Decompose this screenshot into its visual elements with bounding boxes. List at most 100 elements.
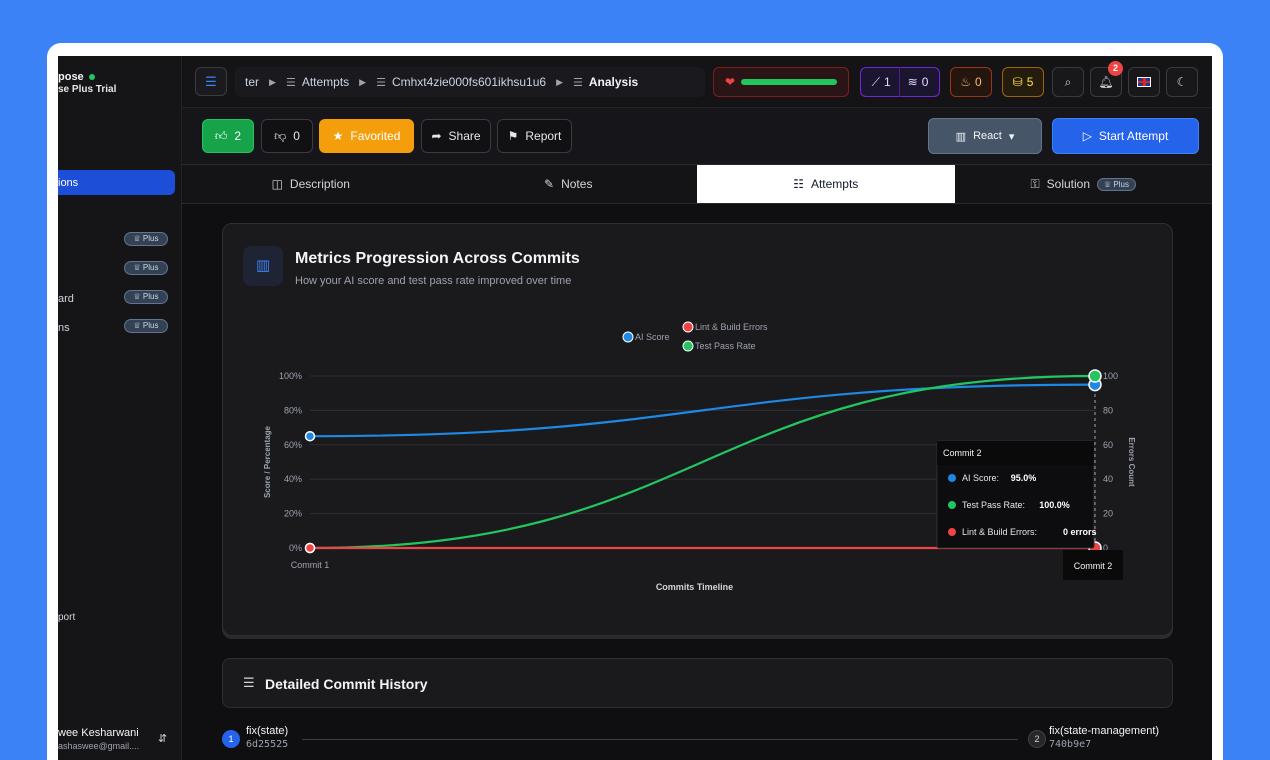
- commit-dot[interactable]: 1: [222, 730, 240, 748]
- plus-badge: ♕ Plus: [1097, 177, 1136, 191]
- tooltip-marker: [948, 474, 956, 482]
- search-icon[interactable]: ⌕: [1052, 67, 1084, 97]
- sidebar-item-support[interactable]: port: [58, 612, 75, 623]
- waves-icon: ≋: [907, 75, 918, 89]
- x-tick-label: Commit 1: [291, 560, 330, 570]
- sidebar-item-3[interactable]: ard: [58, 293, 74, 305]
- tooltip-value: 0 errors: [1063, 527, 1097, 537]
- tab-solution[interactable]: ⚿ Solution ♕ Plus: [955, 165, 1213, 203]
- main-content: ▥ Metrics Progression Across Commits How…: [182, 204, 1212, 760]
- breadcrumb-item[interactable]: Attempts: [302, 75, 349, 89]
- y2-tick-label: 100: [1103, 371, 1118, 381]
- user-email: ashaswee@gmail....: [58, 741, 140, 751]
- coins-count: 5: [1026, 75, 1034, 89]
- tooltip-value: 95.0%: [1011, 473, 1037, 483]
- y-tick-label: 0%: [289, 543, 302, 553]
- legend-label: AI Score: [635, 332, 670, 342]
- fire-chip[interactable]: ♨ 0: [950, 67, 992, 97]
- share-button[interactable]: ➦ Share: [421, 119, 491, 153]
- key-icon: ⚿: [1030, 176, 1040, 191]
- app-window: pose se Plus Trial ions ♕ Plus ♕ Plus ar…: [58, 56, 1212, 760]
- sidebar-item-active[interactable]: ions: [58, 170, 175, 195]
- thumbs-up-icon: 👍︎: [214, 128, 228, 143]
- star-icon: ★: [332, 129, 344, 143]
- notification-count: 2: [1108, 61, 1123, 76]
- tab-bar: ◫ Description ✎ Notes ☷ Attempts ⚿ Solution ♕…: [182, 164, 1212, 204]
- data-point: [304, 542, 316, 554]
- sidebar-item-4[interactable]: ns: [58, 322, 70, 334]
- like-button[interactable]: 👍︎ 2: [202, 119, 254, 153]
- tooltip-label: Lint & Build Errors:: [962, 527, 1037, 537]
- y2-tick-label: 60: [1103, 440, 1113, 450]
- plus-badge: ♕ Plus: [124, 232, 168, 246]
- commit-message[interactable]: fix(state-management): [1049, 725, 1159, 737]
- fire-icon: ♨: [960, 75, 972, 89]
- share-icon: ➦: [431, 129, 442, 143]
- fire-count: 0: [975, 75, 982, 89]
- legend-marker: [622, 331, 634, 343]
- book-icon: ◫: [271, 177, 283, 191]
- health-bar[interactable]: ❤: [713, 67, 849, 97]
- commit-history-header: ☰ Detailed Commit History: [222, 658, 1173, 708]
- action-bar: 👍︎ 2 👎︎ 0 ★ Favorited ➦ Share ⚑ Report ▥ React…: [182, 108, 1212, 164]
- list-icon: ☰: [376, 76, 386, 89]
- breadcrumb-item[interactable]: Cmhxt4zie000fs601ikhsu1u6: [392, 75, 546, 89]
- tab-notes[interactable]: ✎ Notes: [440, 165, 698, 203]
- breadcrumb-current: Analysis: [588, 75, 639, 89]
- menu-icon[interactable]: ☰: [195, 67, 227, 96]
- y2-tick-label: 80: [1103, 405, 1113, 415]
- data-point: [1088, 369, 1102, 383]
- heart-icon: ❤: [724, 75, 736, 89]
- list-icon: ☰: [573, 76, 583, 89]
- breadcrumb: ter ▶ ☰ Attempts ▶ ☰ Cmhxt4zie000fs601ik…: [235, 67, 705, 97]
- y2-axis-label: Errors Count: [1127, 437, 1136, 487]
- dislike-button[interactable]: 👎︎ 0: [261, 119, 313, 153]
- breadcrumb-item[interactable]: ter: [245, 75, 259, 89]
- sort-icon[interactable]: ⇵: [158, 732, 167, 745]
- moon-icon[interactable]: ☾: [1166, 67, 1198, 97]
- data-point: [304, 430, 316, 442]
- y-axis-label: Score / Percentage: [263, 425, 272, 498]
- tooltip-marker: [948, 501, 956, 509]
- favorite-button[interactable]: ★ Favorited: [319, 119, 414, 153]
- health-fill: [741, 79, 838, 85]
- coins-chip[interactable]: ⛁ 5: [1002, 67, 1044, 97]
- tooltip-label: Test Pass Rate:: [962, 500, 1025, 510]
- tooltip-marker: [948, 528, 956, 536]
- timeline-line: [302, 739, 1018, 740]
- y-tick-label: 60%: [284, 440, 302, 450]
- user-name[interactable]: wee Kesharwani: [58, 727, 139, 739]
- y-tick-label: 100%: [279, 371, 302, 381]
- y-tick-label: 40%: [284, 474, 302, 484]
- plus-badge: ♕ Plus: [124, 261, 168, 275]
- tooltip-title: Commit 2: [943, 448, 982, 458]
- flag-icon: ⚑: [507, 129, 519, 143]
- commit-dot[interactable]: 2: [1028, 730, 1046, 748]
- edit-icon: ✎: [544, 177, 555, 191]
- hover-x-label: Commit 2: [1074, 561, 1113, 571]
- chevron-right-icon: ▶: [556, 76, 563, 87]
- chevron-right-icon: ▶: [359, 76, 367, 87]
- plus-badge: ♕ Plus: [124, 319, 168, 333]
- tab-description[interactable]: ◫ Description: [182, 165, 440, 203]
- chevron-down-icon: ▾: [1008, 130, 1015, 143]
- legend-marker: [682, 321, 694, 333]
- tooltip-value: 100.0%: [1039, 500, 1070, 510]
- uk-flag-icon[interactable]: [1128, 67, 1160, 97]
- play-icon: ▷: [1082, 129, 1092, 143]
- legend-marker: [682, 340, 694, 352]
- tab-attempts[interactable]: ☷ Attempts: [697, 165, 955, 203]
- streak-chip[interactable]: ⟋ 1 ≋ 0: [860, 67, 940, 97]
- list-icon: ☰: [285, 76, 296, 89]
- trend-icon: ⟋: [871, 74, 880, 89]
- start-attempt-button[interactable]: ▷ Start Attempt: [1052, 118, 1199, 154]
- commit-message[interactable]: fix(state): [246, 725, 288, 737]
- metrics-chart[interactable]: 0%20%40%60%80%100%020406080100Score / Pe…: [223, 224, 1174, 637]
- language-select[interactable]: ▥ React ▾: [928, 118, 1042, 154]
- y2-tick-label: 40: [1103, 474, 1113, 484]
- streak-count-2: 0: [921, 75, 929, 89]
- online-dot-icon: [88, 74, 95, 81]
- report-button[interactable]: ⚑ Report: [497, 119, 572, 153]
- y2-tick-label: 20: [1103, 509, 1113, 519]
- bell-icon[interactable]: 🔔︎ 2: [1090, 61, 1123, 97]
